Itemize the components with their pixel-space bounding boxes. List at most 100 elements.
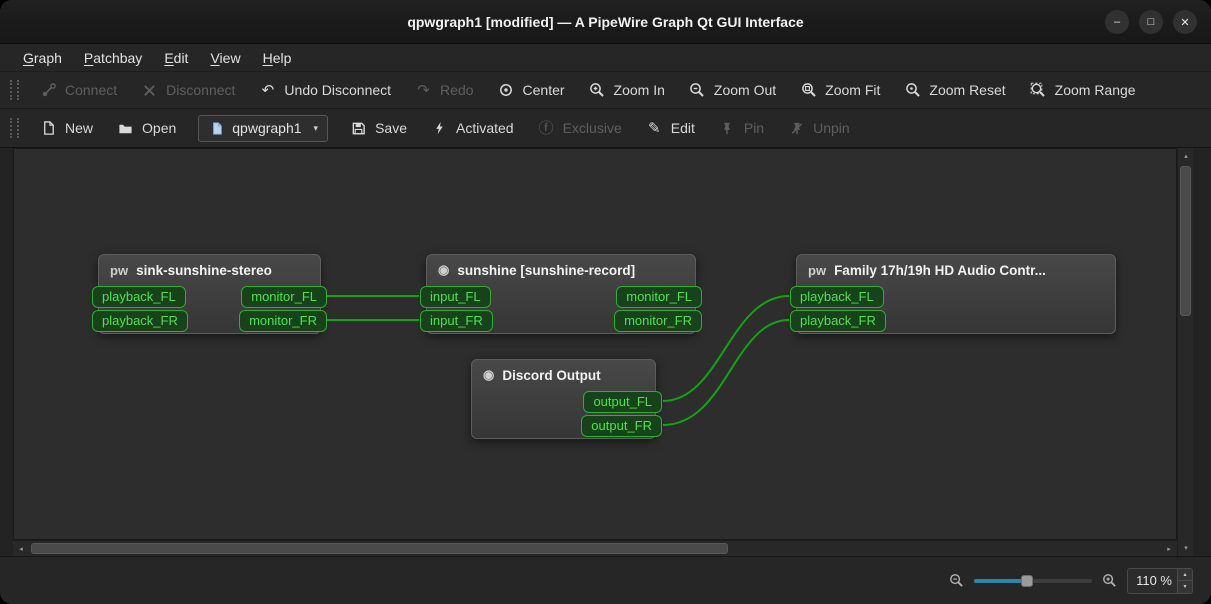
maximize-icon: □ [1147,16,1155,28]
undo-disconnect-button[interactable]: ↶ Undo Disconnect [247,77,403,104]
menu-patchbay[interactable]: Patchbay [73,47,153,69]
redo-icon: ↷ [417,81,430,99]
redo-label: Redo [440,82,474,98]
zoom-range-button[interactable]: Zoom Range [1018,77,1148,104]
pin-button[interactable]: Pin [707,115,776,142]
scroll-right-arrow[interactable]: ▸ [1161,541,1177,557]
undo-label: Undo Disconnect [284,82,392,98]
menu-graph[interactable]: Graph [12,47,73,69]
zoom-value[interactable]: 110 % [1128,569,1177,593]
app-window: qpwgraph1 [modified] — A PipeWire Graph … [0,0,1211,604]
connection-wires [326,294,790,426]
disconnect-button[interactable]: Disconnect [129,77,247,104]
exclusive-toggle[interactable]: ⓕ Exclusive [526,115,634,142]
zoom-out-label: Zoom Out [713,82,777,98]
scroll-down-arrow[interactable]: ▾ [1178,540,1194,556]
new-file-icon [40,120,57,137]
center-button[interactable]: Center [486,77,577,104]
menu-view[interactable]: View [199,47,251,69]
minimize-button[interactable]: – [1105,10,1129,34]
zoom-spin-buttons: ▴ ▾ [1177,568,1192,593]
new-patchbay-button[interactable]: New [28,115,105,142]
activated-bolt-icon [431,120,448,137]
menubar: Graph Patchbay Edit View Help [0,44,1211,72]
patchbay-file-icon [208,120,225,137]
horizontal-scrollbar[interactable]: ◂ ▸ [13,540,1177,556]
vertical-scrollbar[interactable]: ▴ ▾ [1177,148,1193,556]
zoom-out-button[interactable]: Zoom Out [677,77,788,104]
zoom-out-icon [949,573,964,588]
open-folder-icon [117,120,134,137]
open-patchbay-button[interactable]: Open [105,115,188,142]
connect-label: Connect [65,82,118,98]
zoom-spinbox[interactable]: 110 % ▴ ▾ [1127,567,1193,594]
menu-help[interactable]: Help [252,47,303,69]
unpin-button[interactable]: Unpin [776,115,862,142]
window-title: qpwgraph1 [modified] — A PipeWire Graph … [407,13,804,30]
zoom-reset-label: Zoom Reset [929,82,1006,98]
statusbar: 110 % ▴ ▾ [0,556,1211,604]
save-label: Save [375,120,407,136]
unpin-icon [788,120,805,137]
zoom-in-icon [589,82,606,99]
zoom-slider-handle[interactable] [1021,574,1033,587]
disconnect-icon [141,82,158,99]
open-label: Open [142,120,177,136]
zoom-fit-label: Zoom Fit [825,82,881,98]
unpin-label: Unpin [813,120,850,136]
spin-up-arrow[interactable]: ▴ [1178,568,1192,580]
patchbay-toolbar: New Open qpwgraph1 ▾ Save Activated ⓕ Ex… [0,109,1211,148]
zoom-out-icon [689,82,706,99]
edit-toggle[interactable]: ✎ Edit [634,115,707,142]
scroll-up-arrow[interactable]: ▴ [1178,148,1194,164]
disconnect-label: Disconnect [166,82,236,98]
close-button[interactable]: ✕ [1173,10,1197,34]
zoom-reset-icon [904,82,921,99]
save-icon [350,120,367,137]
close-icon: ✕ [1180,16,1190,29]
zoom-in-button[interactable]: Zoom In [577,77,677,104]
maximize-button[interactable]: □ [1139,10,1163,34]
horizontal-scrollbar-thumb[interactable] [31,543,728,554]
chevron-down-icon: ▾ [313,122,319,133]
exclusive-label: Exclusive [562,120,622,136]
redo-button[interactable]: ↷ Redo [403,77,485,104]
new-label: New [65,120,94,136]
zoom-fit-button[interactable]: Zoom Fit [788,77,892,104]
patchbay-selector-combo[interactable]: qpwgraph1 ▾ [198,114,329,142]
save-patchbay-button[interactable]: Save [338,115,419,142]
pin-label: Pin [743,120,765,136]
toolbar-drag-handle[interactable] [10,118,19,138]
zoom-slider[interactable] [974,572,1092,590]
center-icon [498,82,515,99]
zoom-reset-button[interactable]: Zoom Reset [892,77,1017,104]
edit-label: Edit [670,120,695,136]
zoom-in-label: Zoom In [613,82,665,98]
zoom-in-icon [1102,573,1117,588]
menu-edit[interactable]: Edit [153,47,199,69]
wire-output-fr-to-playback-fr[interactable] [662,319,790,426]
graph-canvas[interactable]: pw sink-sunshine-stereo playback_FL moni… [13,148,1177,540]
scroll-left-arrow[interactable]: ◂ [13,541,29,557]
connect-icon [40,82,57,99]
graph-toolbar: Connect Disconnect ↶ Undo Disconnect ↷ R… [0,72,1211,109]
connect-button[interactable]: Connect [28,77,129,104]
wire-output-fl-to-playback-fl[interactable] [662,295,790,402]
undo-icon: ↶ [261,81,275,99]
window-controls: – □ ✕ [1105,10,1197,34]
pin-icon [719,120,736,137]
patchbay-selector-value: qpwgraph1 [232,120,302,136]
activated-label: Activated [456,120,514,136]
toolbar-drag-handle[interactable] [10,80,19,100]
edit-pencil-icon: ✎ [647,119,661,137]
center-label: Center [522,82,565,98]
spin-down-arrow[interactable]: ▾ [1178,580,1192,593]
zoom-fit-icon [800,82,817,99]
activated-toggle[interactable]: Activated [419,115,526,142]
zoom-range-icon [1030,82,1047,99]
window-titlebar[interactable]: qpwgraph1 [modified] — A PipeWire Graph … [0,0,1211,44]
zoom-slider-fill [974,578,1026,583]
exclusive-icon: ⓕ [538,119,554,137]
zoom-range-label: Zoom Range [1054,82,1136,98]
vertical-scrollbar-thumb[interactable] [1180,166,1191,316]
